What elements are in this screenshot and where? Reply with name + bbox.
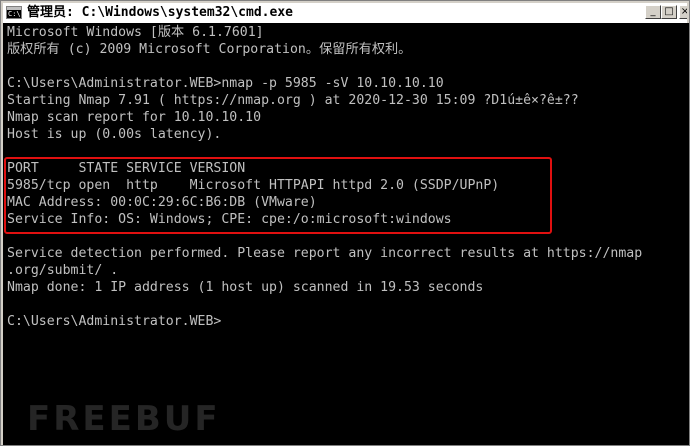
title-bar[interactable]: C:\ 管理员: C:\Windows\system32\cmd.exe _ □… xyxy=(3,3,687,23)
watermark-logo: FREEBUF xyxy=(27,399,221,439)
cmd-icon[interactable]: C:\ xyxy=(6,6,22,19)
console-line: Service detection performed. Please repo… xyxy=(7,246,643,261)
highlight-box xyxy=(4,157,552,234)
console-prompt: C:\Users\Administrator.WEB> xyxy=(7,314,222,329)
console-line: Nmap done: 1 IP address (1 host up) scan… xyxy=(7,280,484,295)
console-output[interactable]: Microsoft Windows [版本 6.1.7601] 版权所有 (c)… xyxy=(3,23,689,445)
console-line: C:\Users\Administrator.WEB>nmap -p 5985 … xyxy=(7,76,444,91)
window-title: 管理员: C:\Windows\system32\cmd.exe xyxy=(27,5,293,20)
minimize-button[interactable]: _ xyxy=(645,5,661,19)
maximize-button[interactable]: □ xyxy=(661,5,677,19)
cmd-icon-text: C:\ xyxy=(8,10,21,18)
console-line: Nmap scan report for 10.10.10.10 xyxy=(7,110,262,125)
console-line: 版权所有 (c) 2009 Microsoft Corporation。保留所有… xyxy=(7,42,412,57)
close-button[interactable]: × xyxy=(679,5,687,19)
console-line: Host is up (0.00s latency). xyxy=(7,127,222,142)
console-line: Starting Nmap 7.91 ( https://nmap.org ) … xyxy=(7,93,579,108)
cmd-window: C:\ 管理员: C:\Windows\system32\cmd.exe _ □… xyxy=(0,0,690,446)
console-line: Microsoft Windows [版本 6.1.7601] xyxy=(7,25,264,40)
console-line: .org/submit/ . xyxy=(7,263,119,278)
